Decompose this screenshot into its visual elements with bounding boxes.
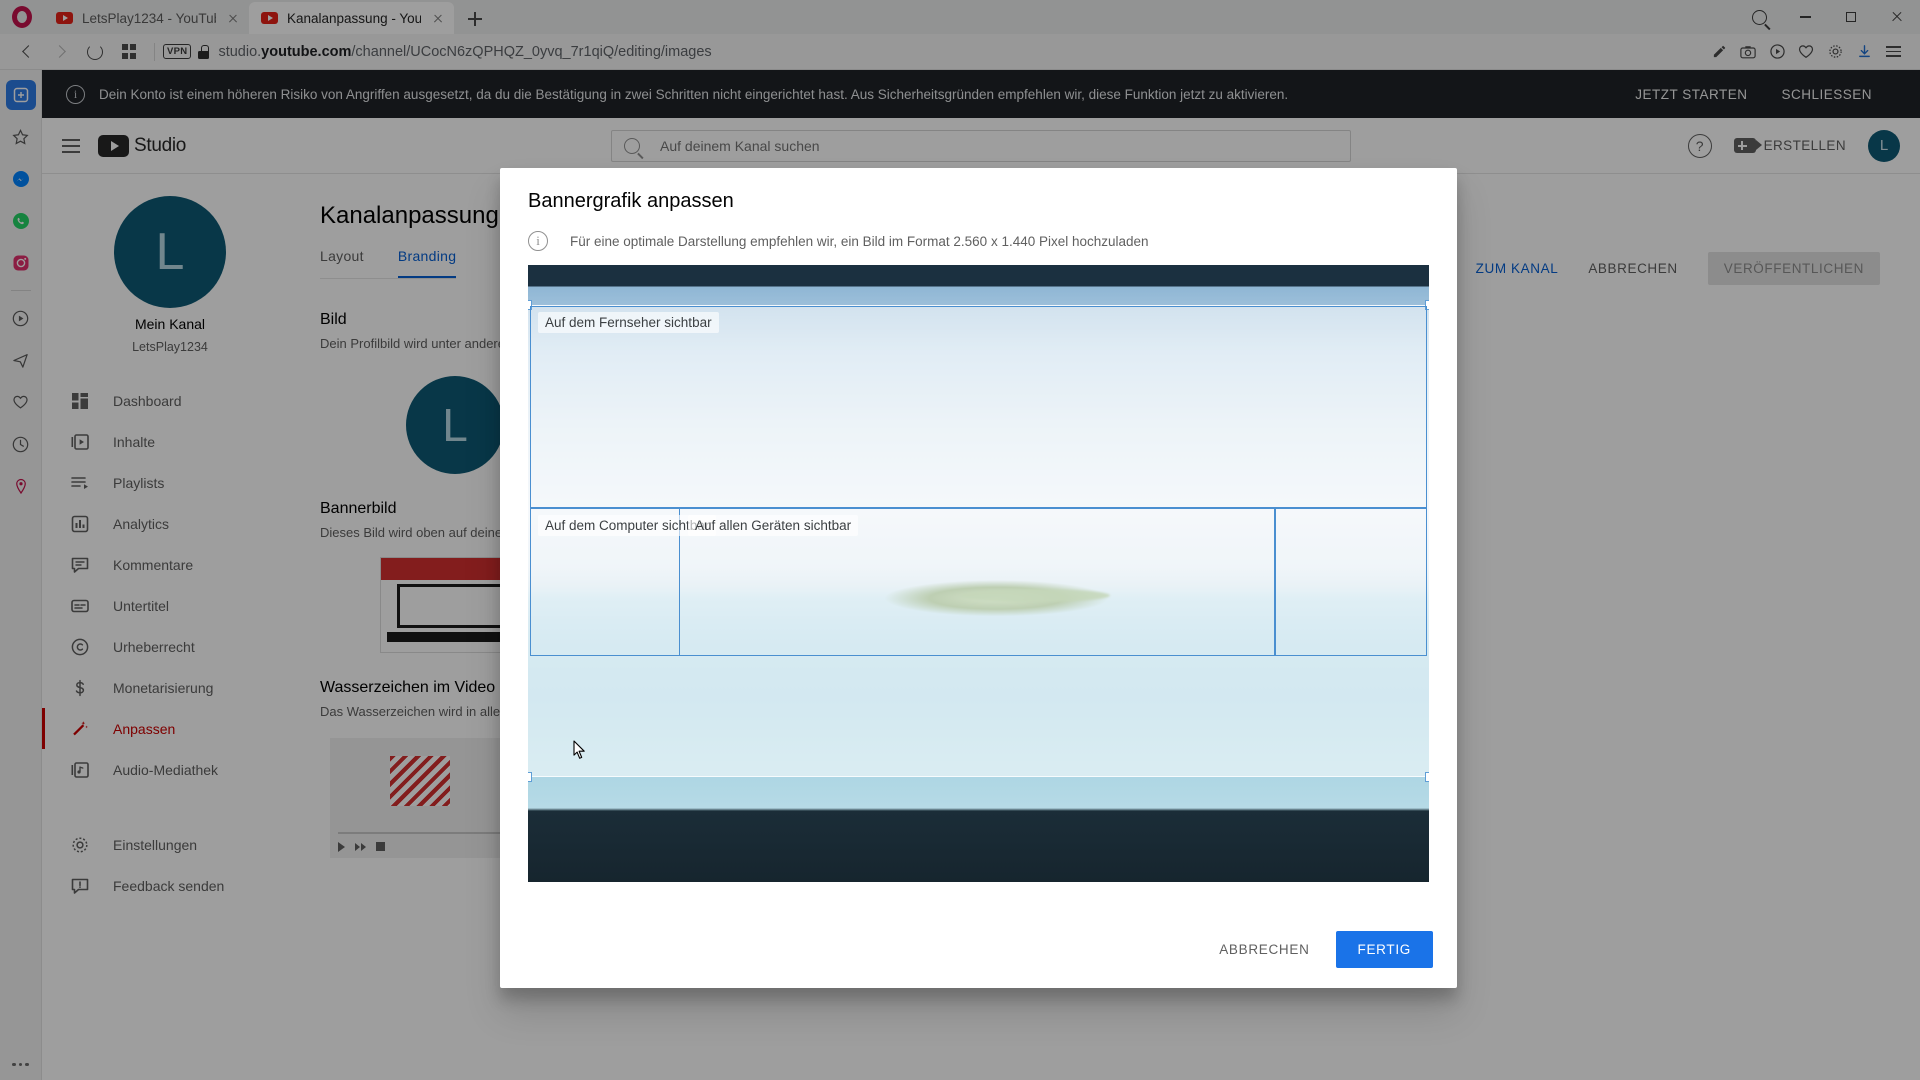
banner-crop-dialog: Bannergrafik anpassen i Für eine optimal…: [500, 168, 1457, 988]
guide-label-tv: Auf dem Fernseher sichtbar: [538, 312, 719, 333]
dialog-title: Bannergrafik anpassen: [528, 190, 734, 212]
dialog-info-text: Für eine optimale Darstellung empfehlen …: [570, 233, 1149, 249]
dialog-footer: ABBRECHEN FERTIG: [500, 913, 1457, 988]
done-button[interactable]: FERTIG: [1335, 931, 1433, 968]
guide-label-all-devices: Auf allen Geräten sichtbar: [688, 515, 859, 536]
cancel-button[interactable]: ABBRECHEN: [1203, 932, 1325, 967]
info-icon: i: [528, 231, 548, 251]
guide-tv-area: [530, 306, 1427, 508]
guide-mobile-area: [1275, 508, 1427, 656]
crop-handle-bottom-right[interactable]: [1425, 772, 1429, 782]
crop-stage[interactable]: Auf dem Fernseher sichtbar Auf dem Compu…: [528, 265, 1429, 882]
crop-handle-bottom-left[interactable]: [528, 772, 532, 782]
screen: LetsPlay1234 - YouTube Kanalanpassung - …: [0, 0, 1920, 1080]
dialog-info-row: i Für eine optimale Darstellung empfehle…: [500, 231, 1457, 265]
